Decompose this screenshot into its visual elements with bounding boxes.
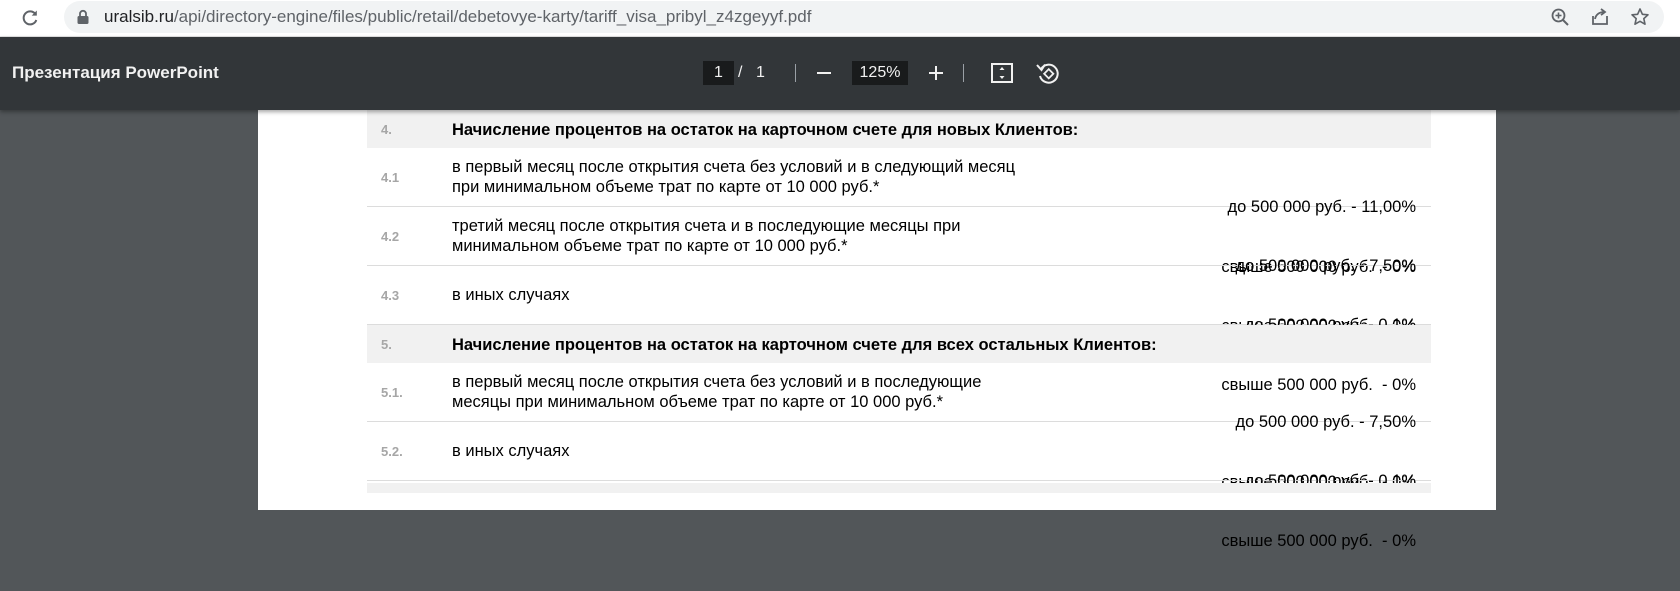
page-separator: / (738, 64, 743, 81)
omnibox[interactable]: uralsib.ru/api/directory-engine/files/pu… (64, 1, 1664, 33)
toolbar-divider (963, 64, 964, 82)
row-description-line: при минимальном объеме трат по карте от … (452, 178, 880, 196)
page-number-input[interactable]: 1 (703, 61, 734, 85)
row-description: в иных случаях (452, 441, 569, 461)
section-header-row: 4. Начисление процентов на остаток на ка… (367, 110, 1431, 148)
section-title: Начисление процентов на остаток на карто… (452, 336, 1157, 354)
row-description: третий месяц после открытия счета и в по… (452, 216, 960, 256)
zoom-out-icon (817, 72, 831, 74)
row-number: 4.2 (381, 229, 400, 244)
section-header-row: 5. Начисление процентов на остаток на ка… (367, 325, 1431, 363)
row-rate: до 500 000 руб. - 0,1% свыше 500 000 руб… (1221, 431, 1416, 591)
row-description-line: в первый месяц после открытия счета без … (452, 158, 1016, 176)
rotate-button[interactable] (1032, 57, 1064, 89)
row-description-line: в иных случаях (452, 442, 570, 460)
table-row: 5.1. в первый месяц после открытия счета… (367, 363, 1431, 491)
row-description-line: третий месяц после открытия счета и в по… (452, 217, 961, 235)
row-description-line: в первый месяц после открытия счета без … (452, 373, 982, 391)
section-number: 4. (381, 122, 392, 137)
table-row: 4.2 третий месяц после открытия счета и … (367, 207, 1431, 335)
zoom-in-button[interactable] (920, 57, 952, 89)
share-icon (1592, 8, 1608, 25)
zoom-in-omnibox-button[interactable] (1548, 5, 1572, 29)
url-text[interactable]: uralsib.ru/api/directory-engine/files/pu… (104, 7, 811, 27)
pdf-page: 4. Начисление процентов на остаток на ка… (258, 110, 1496, 550)
bookmark-button[interactable] (1628, 5, 1652, 29)
row-number: 5.2. (381, 444, 403, 459)
fit-page-button[interactable] (986, 57, 1018, 89)
rate-line: свыше 500 000 руб. - 0% (1221, 532, 1416, 550)
zoom-in-icon (929, 66, 943, 80)
row-number: 4.1 (381, 170, 400, 185)
row-description-line: в иных случаях (452, 286, 570, 304)
row-description-line: минимальном объеме трат по карте от 10 0… (452, 237, 848, 255)
page-total: 1 (756, 64, 765, 81)
row-description-line: месяцы при минимальном объеме трат по ка… (452, 393, 944, 411)
zoom-in-icon (1551, 8, 1569, 26)
browser-address-bar: uralsib.ru/api/directory-engine/files/pu… (0, 0, 1680, 37)
row-description: в первый месяц после открытия счета без … (452, 372, 981, 412)
row-number: 5.1. (381, 385, 403, 400)
bookmark-star-icon (1631, 8, 1649, 25)
tariff-table: 4. Начисление процентов на остаток на ка… (367, 110, 1431, 550)
table-row: 4.1 в первый месяц после открытия счета … (367, 148, 1431, 276)
share-button[interactable] (1588, 5, 1612, 29)
url-path: /api/directory-engine/files/public/retai… (173, 7, 812, 26)
table-row: 4.3 в иных случаях до 500 000 руб. - 0,1… (367, 266, 1431, 394)
document-title: Презентация PowerPoint (12, 63, 219, 82)
section-title: Начисление процентов на остаток на карто… (452, 121, 1079, 139)
section-number: 5. (381, 337, 392, 352)
toolbar-divider (795, 64, 796, 82)
lock-icon[interactable] (76, 9, 90, 25)
reload-button[interactable] (16, 4, 44, 32)
reload-icon (22, 10, 38, 26)
table-row: 5.2. в иных случаях до 500 000 руб. - 0,… (367, 422, 1431, 550)
zoom-level-input[interactable]: 125% (852, 61, 908, 85)
url-host: uralsib.ru (104, 7, 174, 26)
zoom-out-button[interactable] (808, 57, 840, 89)
row-description: в первый месяц после открытия счета без … (452, 157, 1015, 197)
rotate-icon (1036, 63, 1059, 84)
row-description: в иных случаях (452, 285, 569, 305)
pdf-toolbar: Презентация PowerPoint 1 / 1 125% (0, 37, 1680, 110)
fit-page-icon (991, 63, 1013, 83)
next-section-header-row (367, 483, 1431, 493)
row-number: 4.3 (381, 288, 400, 303)
